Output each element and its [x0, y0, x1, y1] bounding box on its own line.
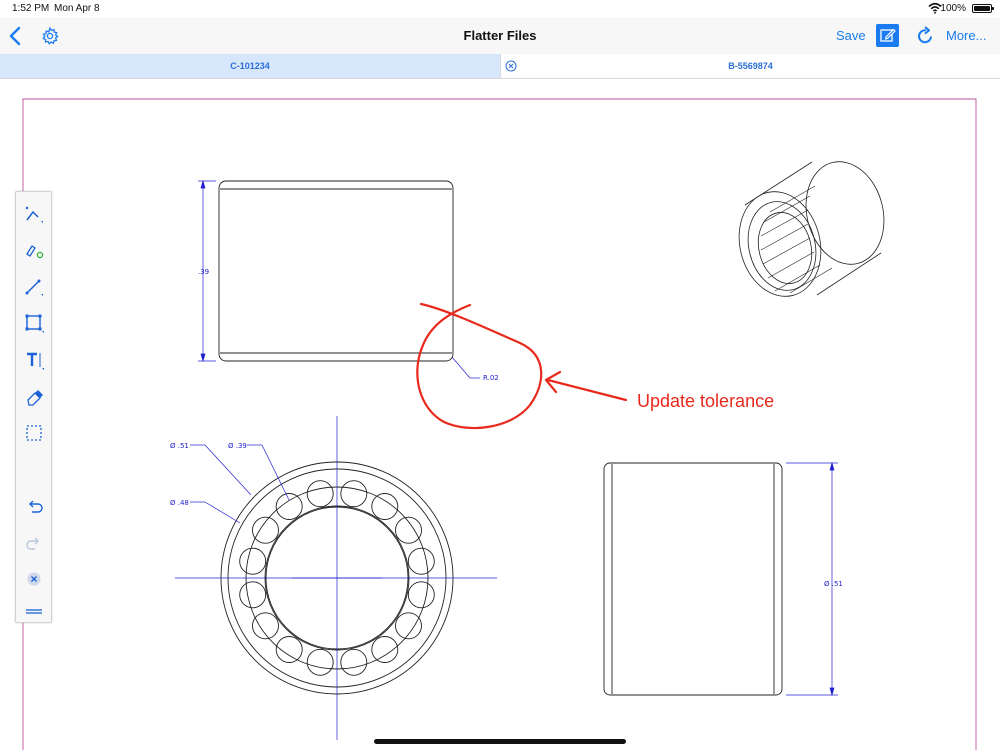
highlighter-icon: [26, 245, 44, 259]
mid-diameter-label: Ø .48: [170, 499, 189, 507]
diameter-leaders: [190, 444, 290, 524]
roller: [306, 648, 334, 676]
compose-icon: [880, 28, 896, 42]
undo-button[interactable]: [22, 494, 46, 518]
rectangle-icon: [25, 314, 44, 333]
back-chevron-icon[interactable]: [6, 24, 26, 48]
line-icon: [25, 279, 43, 296]
technical-drawing: .39 R.02 Ø .51 Ø .39 Ø .48 Ø .51: [22, 98, 977, 750]
eraser-tool[interactable]: [22, 385, 46, 409]
refresh-icon[interactable]: [914, 25, 936, 47]
roller: [407, 547, 435, 575]
side-diameter-label: Ø .51: [824, 580, 843, 588]
text-tool[interactable]: [22, 348, 46, 372]
tab-b-5569874[interactable]: B-5569874: [500, 54, 1000, 78]
redo-button[interactable]: [22, 531, 46, 555]
markup-toolbar: [15, 191, 52, 623]
line-tool[interactable]: [22, 275, 46, 299]
drag-handle-icon: [26, 609, 42, 614]
side-dimension: [786, 461, 838, 697]
annotation-text[interactable]: Update tolerance: [637, 391, 774, 412]
navigation-bar: Flatter Files Save More...: [0, 18, 1000, 54]
more-button[interactable]: More...: [946, 28, 986, 43]
tab-c-101234[interactable]: C-101234: [0, 54, 500, 78]
height-dimension: [198, 179, 480, 379]
clear-circle-icon: [27, 572, 41, 586]
roller: [306, 480, 334, 508]
roller: [407, 581, 435, 609]
status-time: 1:52 PM: [12, 3, 50, 14]
close-circle-icon[interactable]: [505, 60, 517, 72]
selection-tool[interactable]: [22, 421, 46, 445]
inner-diameter-label: Ø .39: [228, 442, 247, 450]
collapse-toolbar-button[interactable]: [22, 599, 46, 623]
outer-diameter-label: Ø .51: [170, 442, 189, 450]
battery-icon: [972, 4, 994, 13]
pen-icon: [25, 206, 43, 223]
home-indicator[interactable]: [374, 739, 626, 744]
radius-dimension-label: R.02: [483, 374, 499, 382]
status-date: Mon Apr 8: [54, 3, 100, 14]
isometric-view: [738, 161, 885, 297]
front-view: [218, 180, 454, 362]
rectangle-tool[interactable]: [22, 311, 46, 335]
document-tabs: C-101234 B-5569874: [0, 54, 1000, 79]
roller: [340, 480, 368, 508]
side-view: [603, 462, 783, 696]
height-dimension-label: .39: [198, 268, 209, 276]
save-button[interactable]: Save: [836, 28, 866, 43]
eraser-icon: [27, 390, 43, 406]
edit-button[interactable]: [876, 24, 899, 47]
highlighter-tool[interactable]: [22, 238, 46, 262]
roller: [239, 581, 267, 609]
roller: [340, 648, 368, 676]
drawing-canvas[interactable]: .39 R.02 Ø .51 Ø .39 Ø .48 Ø .51 Update …: [0, 79, 1000, 750]
text-icon: [27, 352, 44, 370]
undo-icon: [29, 500, 43, 513]
tab-label: B-5569874: [728, 61, 773, 71]
status-bar: 1:52 PM Mon Apr 8 100%: [0, 0, 1000, 18]
marquee-select-icon: [26, 425, 42, 441]
roller: [239, 547, 267, 575]
gear-icon[interactable]: [40, 26, 60, 46]
redo-icon: [26, 537, 39, 550]
pen-tool[interactable]: [22, 202, 46, 226]
annotation-arrow: [544, 370, 628, 402]
annotation-circle: [416, 302, 543, 430]
tab-label: C-101234: [230, 61, 270, 71]
battery-percent: 100%: [940, 3, 966, 14]
clear-button[interactable]: [22, 567, 46, 591]
